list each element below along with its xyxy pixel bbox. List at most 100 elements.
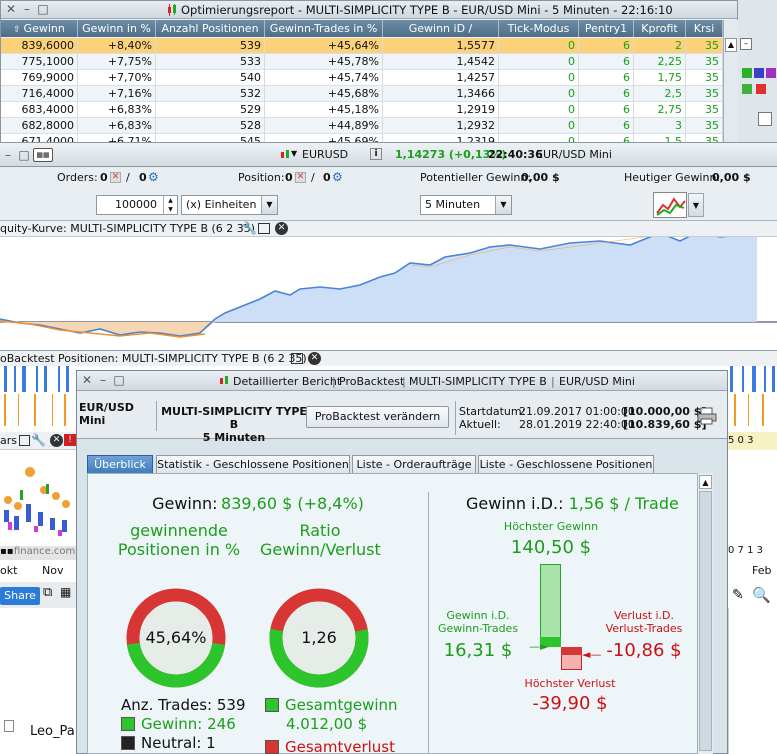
optimization-scrollbar[interactable]: ▲ [723,20,738,142]
close-icon[interactable]: ✕ [308,352,321,365]
chevron-down-icon[interactable]: ▼ [688,193,704,217]
chevron-down-icon[interactable]: ▼ [495,196,511,214]
col-header-gewinn-pct[interactable]: Gewinn in % [78,20,156,37]
table-cell: 769,9000 [1,70,78,86]
color-swatch-icon[interactable] [742,84,752,94]
max-gain-value: 140,50 $ [510,537,592,558]
table-row[interactable]: 769,9000 +7,70% 540 +45,74% 1,4257 0 6 1,75 35 [1,70,723,86]
info-icon[interactable]: i [370,148,382,160]
window-icon[interactable] [258,223,270,234]
table-cell: 0 [499,118,579,134]
keyboard-icon[interactable]: ▦▦ [33,148,53,162]
ticker-symbol[interactable]: EURUSD [302,148,348,161]
color-swatch-icon[interactable] [742,68,752,78]
report-scrollbar[interactable]: ▲ [697,473,713,754]
wrench-icon[interactable]: 🔧 [242,221,257,235]
table-cell: 35 [686,70,723,86]
maximize-icon[interactable]: □ [113,374,125,386]
table-cell: 35 [686,86,723,102]
table-cell: 0 [499,86,579,102]
modify-backtest-button[interactable]: ProBacktest verändern [306,406,449,428]
zoom-icon[interactable]: 🔍 [752,586,771,604]
table-row[interactable]: 683,4000 +6,83% 529 +45,18% 1,2919 0 6 2,75 35 [1,102,723,118]
minimize-icon[interactable]: – [21,3,33,15]
close-position-icon[interactable]: ✕ [295,172,306,183]
tab-statistics[interactable]: Statistik - Geschlossene Positionen [156,455,350,473]
col-header-tick-mode[interactable]: Tick-Modus [499,20,579,37]
table-cell: 3 [634,118,686,134]
tab-order-list[interactable]: Liste - Orderaufträge [352,455,476,473]
scroll-up-icon[interactable]: ▲ [725,38,737,52]
table-cell: 0 [499,70,579,86]
minimize-icon[interactable]: – [740,38,752,50]
position-separator: / [311,171,315,184]
x-axis-tick-okt: okt [0,564,18,577]
color-swatch-icon[interactable] [766,68,776,78]
orders-separator: / [126,171,130,184]
alert-icon[interactable]: ! [64,434,76,446]
col-header-positions[interactable]: Anzahl Positionen [156,20,265,37]
table-cell: 540 [156,70,265,86]
chart-type-icon[interactable] [653,192,687,218]
chevron-down-icon[interactable]: ▼ [261,196,277,214]
scroll-thumb[interactable] [699,491,712,751]
wrench-icon[interactable]: 🔧 [31,433,46,447]
settings-gear-icon[interactable]: ⚙ [332,170,343,184]
settings-gear-icon[interactable]: ⚙ [148,170,159,184]
minimize-icon[interactable]: – [97,374,109,386]
table-row[interactable]: 682,8000 +6,83% 528 +44,89% 1,2932 0 6 3 35 [1,118,723,134]
layout-icon[interactable] [758,112,772,126]
title-separator: | [332,375,336,388]
trades-count: Anz. Trades: 539 [121,696,246,714]
color-swatch-icon[interactable] [754,68,764,78]
col-header-kprofit[interactable]: Kprofit [634,20,686,37]
printer-icon[interactable] [697,407,717,425]
tab-overview[interactable]: Überblick [87,455,153,473]
table-cell: 6 [579,54,634,70]
candlestick-icon [219,375,229,387]
col-header-gewinn-id[interactable]: Gewinn iD / Position [383,20,499,52]
share-button[interactable]: Share [0,587,40,605]
pencil-icon[interactable]: ✎ [732,587,744,603]
close-icon[interactable]: ✕ [275,222,288,235]
symbol-dropdown-icon[interactable]: ▼ [291,149,297,158]
table-cell: +45,78% [265,54,383,70]
table-cell: 2 [634,38,686,54]
close-icon[interactable]: ✕ [5,3,17,15]
col-header-pentry1[interactable]: Pentry1 [579,20,634,37]
col-header-krsi[interactable]: Krsi [686,20,723,37]
cancel-orders-icon[interactable]: ✕ [110,172,121,183]
window-icon[interactable] [291,353,303,364]
avg-loss-value: -10,86 $ [606,640,682,661]
maximize-icon[interactable]: □ [18,149,30,161]
close-icon[interactable]: ✕ [81,374,93,386]
gain-summary: Gewinn: 839,60 $ (+8,4%) [88,494,428,513]
chart-icon[interactable]: ▦ [60,585,71,599]
table-row[interactable]: 716,4000 +7,16% 532 +45,68% 1,3466 0 6 2,5 35 [1,86,723,102]
col-header-gewinn[interactable]: ⇧ Gewinn [1,20,78,37]
col-header-win-trades[interactable]: Gewinn-Trades in % [265,20,383,37]
table-cell: +45,64% [265,38,383,54]
total-win-swatch [265,698,279,712]
table-row[interactable]: 775,1000 +7,75% 533 +45,78% 1,4542 0 6 2,25 35 [1,54,723,70]
tab-closed-positions[interactable]: Liste - Geschlossene Positionen [478,455,654,473]
table-row[interactable]: 839,6000 +8,40% 539 +45,64% 1,5577 0 6 2 35 [1,38,723,54]
orders-value-b: 0 [139,171,147,184]
close-icon[interactable]: ✕ [50,434,63,447]
gain-label: Gewinn: [152,494,218,513]
neutral-count-row: Neutral: 1 [121,734,216,752]
donut1-title: gewinnende Positionen in % [117,521,241,559]
scroll-up-icon[interactable]: ▲ [699,475,712,489]
window-icon[interactable] [19,435,30,446]
avg-gain-label: Gewinn i.D.: [466,494,564,513]
max-loss-label: Höchster Verlust [524,677,616,690]
user-name[interactable]: Leo_Pa [30,724,75,739]
table-cell: 1,4257 [383,70,499,86]
maximize-icon[interactable]: □ [37,3,49,15]
table-cell: 683,4000 [1,102,78,118]
quantity-stepper[interactable]: ▲ ▼ [163,196,177,214]
copy-icon[interactable]: ⧉ [43,585,52,600]
win-count-row: Gewinn: 246 [121,715,236,733]
color-swatch-icon[interactable] [756,84,766,94]
minimize-icon[interactable]: – [2,149,14,161]
